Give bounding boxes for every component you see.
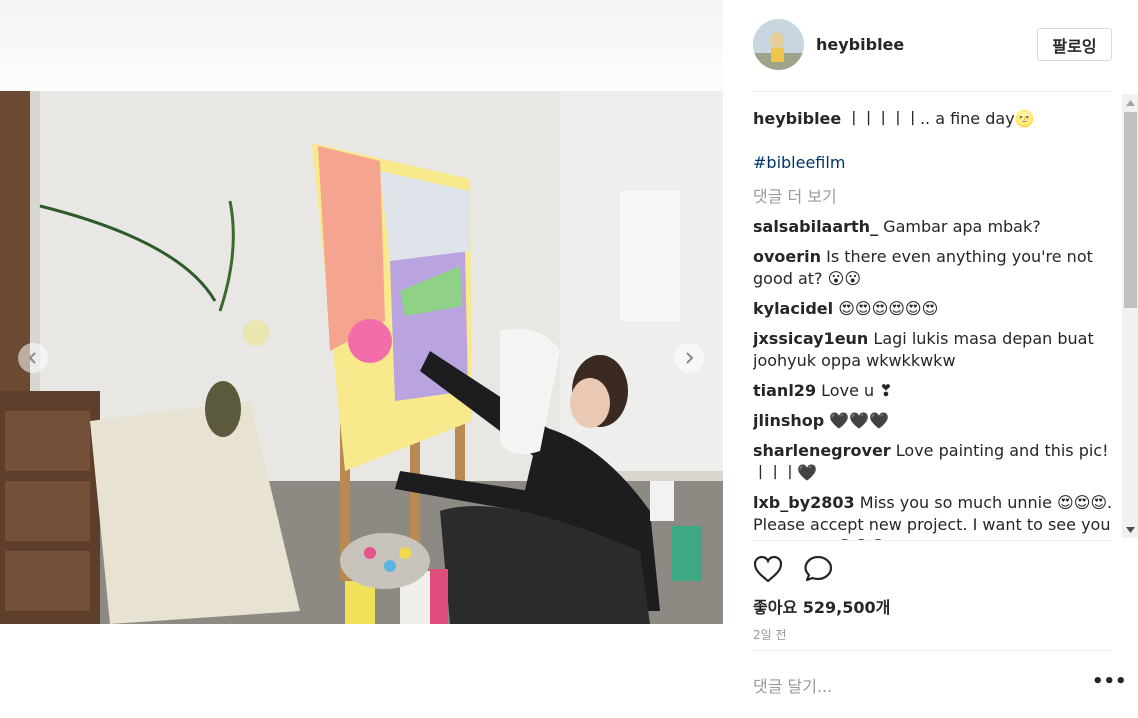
chevron-left-icon[interactable] [18,343,48,373]
post-header: heybiblee 팔로잉 [753,0,1112,92]
comments-scrollbar[interactable] [1122,94,1138,538]
comment-username[interactable]: jxssicay1eun [753,329,868,348]
comment-item: jxssicay1eun Lagi lukis masa depan buat … [753,328,1123,372]
comment-item: kylacidel 😍😍😍😍😍😍 [753,298,1123,320]
comment-item: jlinshop 🖤🖤🖤 [753,410,1123,432]
comment-text: 🖤🖤🖤 [829,411,890,430]
comment-username[interactable]: ovoerin [753,247,821,266]
scroll-down-arrow-icon[interactable] [1122,521,1138,538]
add-comment-input[interactable] [753,672,1053,700]
caption-username[interactable]: heybiblee [753,109,841,128]
post-time[interactable]: 2일 전 [753,626,787,643]
comment-item: ovoerin Is there even anything you're no… [753,246,1123,290]
post-photo[interactable] [0,91,723,624]
comment-username[interactable]: lxb_by2803 [753,493,855,512]
more-options-icon[interactable]: ••• [1092,673,1127,696]
comment-username[interactable]: salsabilaarth_ [753,217,878,236]
comment-username[interactable]: jlinshop [753,411,824,430]
caption: heybiblee ㅣㅣㅣㅣㅣ.. a fine day🌝 [753,108,1123,130]
comment-item: sharlenegrover Love painting and this pi… [753,440,1123,484]
avatar[interactable] [753,19,804,70]
comment-username[interactable]: tianl29 [753,381,816,400]
hashtag-link[interactable]: #bibleefilm [753,152,1123,174]
comment-item: lxb_by2803 Miss you so much unnie 😍😍😍. P… [753,492,1123,540]
comment-username[interactable]: sharlenegrover [753,441,891,460]
actions-divider [753,540,1112,541]
load-more-comments[interactable]: 댓글 더 보기 [753,186,1123,208]
scroll-up-arrow-icon[interactable] [1122,94,1138,111]
photo-panel [0,0,723,718]
post-sidebar: heybiblee 팔로잉 heybiblee ㅣㅣㅣㅣㅣ.. a fine d… [723,0,1138,718]
like-count[interactable]: 좋아요 529,500개 [753,594,890,618]
comment-item: tianl29 Love u ❣ [753,380,1123,402]
caption-text: ㅣㅣㅣㅣㅣ.. a fine day🌝 [846,109,1035,128]
chevron-right-icon[interactable] [674,343,704,373]
speech-bubble-icon[interactable] [804,555,834,583]
comment-divider [753,650,1112,651]
comment-username[interactable]: kylacidel [753,299,833,318]
post-username[interactable]: heybiblee [816,35,904,54]
comment-text: 😍😍😍😍😍😍 [838,299,939,318]
scrollbar-thumb[interactable] [1124,112,1137,308]
comment-text: Love u ❣ [821,381,893,400]
comment-item: salsabilaarth_ Gambar apa mbak? [753,216,1123,238]
following-button[interactable]: 팔로잉 [1037,28,1112,61]
comment-list: heybiblee ㅣㅣㅣㅣㅣ.. a fine day🌝 #bibleefil… [753,100,1123,540]
heart-outline-icon[interactable] [753,555,783,583]
comment-text: Gambar apa mbak? [883,217,1041,236]
